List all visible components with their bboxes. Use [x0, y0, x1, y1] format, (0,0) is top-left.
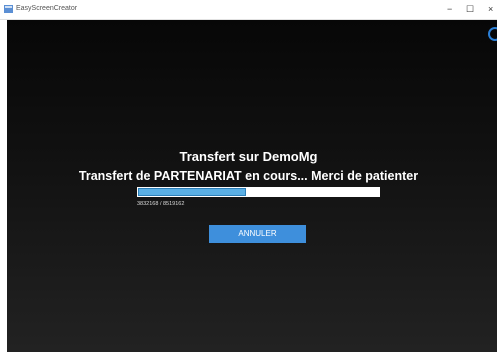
progress-bar: [137, 187, 380, 197]
transfer-heading: Transfert sur DemoMg: [179, 149, 318, 164]
transfer-status: Transfert de PARTENARIAT en cours... Mer…: [78, 169, 419, 183]
title-bar: EasyScreenCreator − ☐ ×: [0, 0, 497, 20]
progress-bar-fill: [138, 188, 246, 196]
app-icon: [4, 5, 13, 13]
progress-counter: 3832168 / 8519162: [137, 201, 185, 207]
maximize-button[interactable]: ☐: [466, 3, 474, 15]
minimize-button[interactable]: −: [447, 3, 452, 15]
window-title: EasyScreenCreator: [16, 5, 78, 12]
corner-ring-icon: [488, 27, 497, 41]
close-button[interactable]: ×: [488, 3, 493, 15]
cancel-button[interactable]: ANNULER: [209, 225, 306, 243]
main-panel: [7, 20, 497, 352]
